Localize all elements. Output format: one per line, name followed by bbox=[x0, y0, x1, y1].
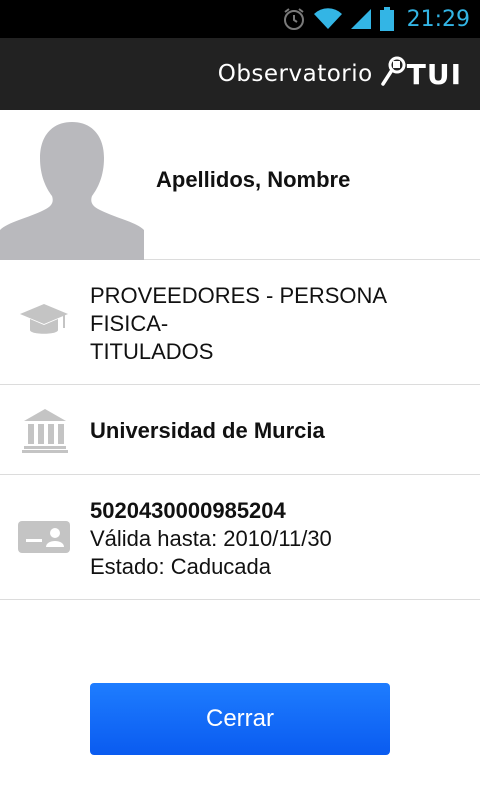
status-time: 21:29 bbox=[406, 6, 470, 32]
university-name: Universidad de Murcia bbox=[90, 418, 325, 443]
app-logo: TUI bbox=[380, 56, 462, 93]
wifi-icon bbox=[313, 7, 343, 31]
university-row: Universidad de Murcia bbox=[0, 385, 480, 475]
collective-line: TITULADOS bbox=[90, 339, 214, 364]
key-icon bbox=[380, 56, 407, 93]
graduation-cap-icon bbox=[18, 302, 70, 343]
card-details: 5020430000985204 Válida hasta: 2010/11/3… bbox=[90, 497, 332, 581]
person-silhouette-icon bbox=[0, 122, 144, 260]
logo-text: TUI bbox=[406, 57, 462, 91]
collective-text: PROVEEDORES - PERSONA FISICA- TITULADOS bbox=[90, 282, 460, 366]
card-status: Estado: Caducada bbox=[90, 554, 272, 579]
action-bar: Observatorio TUI bbox=[0, 38, 480, 110]
person-name: Apellidos, Nombre bbox=[156, 167, 351, 192]
card-row: 5020430000985204 Válida hasta: 2010/11/3… bbox=[0, 475, 480, 600]
app-title: Observatorio bbox=[217, 61, 373, 87]
signal-icon bbox=[349, 7, 373, 31]
collective-line: PROVEEDORES - PERSONA bbox=[90, 283, 388, 308]
card-valid-until: Válida hasta: 2010/11/30 bbox=[90, 526, 332, 551]
alarm-icon bbox=[281, 6, 307, 32]
institution-icon bbox=[22, 407, 68, 458]
profile-header: Apellidos, Nombre bbox=[0, 110, 480, 260]
collective-line: FISICA- bbox=[90, 311, 169, 336]
close-button[interactable]: Cerrar bbox=[90, 683, 390, 755]
card-number: 5020430000985204 bbox=[90, 498, 286, 523]
status-bar: 21:29 bbox=[0, 0, 480, 38]
battery-icon bbox=[379, 6, 395, 32]
id-card-icon bbox=[18, 519, 70, 560]
avatar bbox=[0, 118, 144, 260]
collective-row: PROVEEDORES - PERSONA FISICA- TITULADOS bbox=[0, 260, 480, 385]
